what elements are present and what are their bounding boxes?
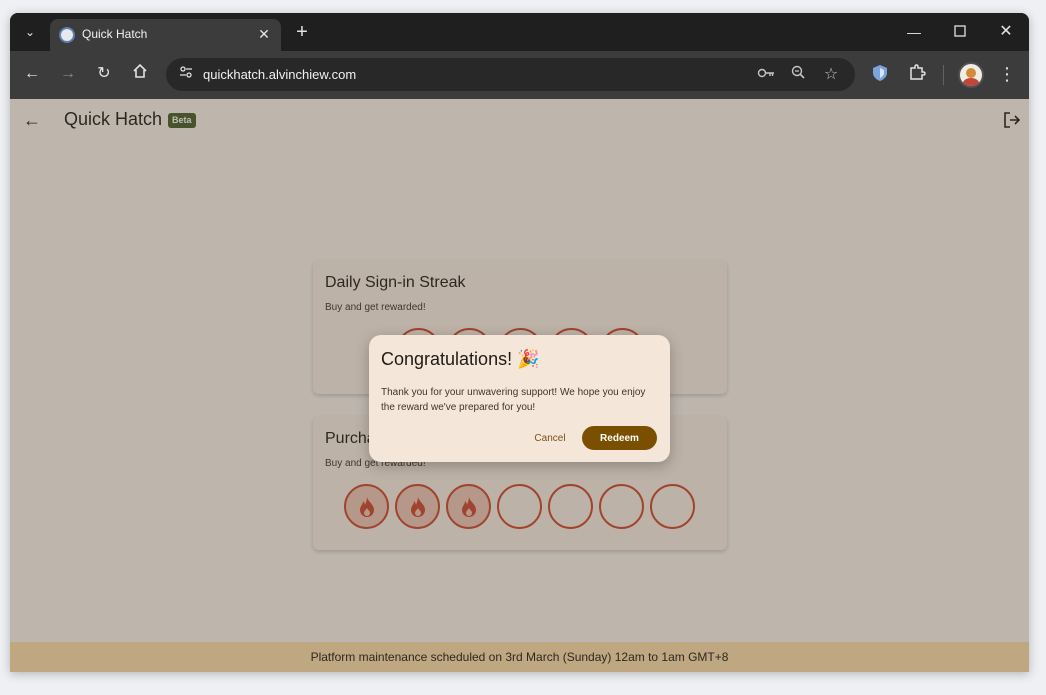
forward-icon[interactable]: →	[57, 63, 79, 85]
browser-toolbar: ← → ↻ quickhatch.alvinchiew.com ☆ ⋮	[10, 51, 1029, 99]
tab-strip: ⌄ Quick Hatch ✕ + — ✕	[10, 13, 1029, 51]
favicon-icon	[59, 27, 75, 43]
url-text: quickhatch.alvinchiew.com	[203, 67, 357, 82]
back-icon[interactable]: ←	[21, 63, 43, 85]
maximize-icon[interactable]	[950, 22, 970, 42]
minimize-icon[interactable]: —	[904, 22, 924, 42]
toolbar-divider	[943, 65, 944, 85]
redeem-button[interactable]: Redeem	[582, 426, 657, 450]
cancel-button[interactable]: Cancel	[529, 427, 571, 449]
dialog-body: Thank you for your unwavering support! W…	[381, 387, 646, 413]
congratulations-dialog: Congratulations! 🎉 Thank you for your un…	[369, 335, 670, 462]
reload-icon[interactable]: ↻	[93, 63, 115, 85]
browser-window: ⌄ Quick Hatch ✕ + — ✕ ← → ↻ quickhatch.a…	[10, 13, 1029, 672]
window-close-icon[interactable]: ✕	[996, 22, 1016, 42]
tab-close-icon[interactable]: ✕	[255, 25, 273, 43]
star-icon[interactable]: ☆	[821, 65, 841, 85]
extensions-puzzle-icon[interactable]	[906, 63, 928, 85]
profile-avatar[interactable]	[958, 62, 984, 88]
browser-tab[interactable]: Quick Hatch ✕	[50, 19, 281, 51]
kebab-menu-icon[interactable]: ⋮	[996, 63, 1018, 85]
address-bar[interactable]: quickhatch.alvinchiew.com ☆	[166, 58, 855, 91]
tab-search-chevron-down-icon[interactable]: ⌄	[20, 22, 40, 42]
home-icon[interactable]	[129, 63, 151, 85]
shield-extension-icon[interactable]	[872, 64, 888, 82]
dialog-title: Congratulations! 🎉	[381, 349, 540, 369]
password-key-icon[interactable]	[756, 65, 776, 85]
new-tab-plus-icon[interactable]: +	[292, 22, 312, 42]
web-page: ← Quick Hatch Beta Daily Sign-in Streak …	[10, 99, 1029, 672]
zoom-icon[interactable]	[788, 65, 808, 85]
tab-title: Quick Hatch	[82, 27, 148, 41]
site-settings-icon[interactable]	[176, 65, 196, 85]
